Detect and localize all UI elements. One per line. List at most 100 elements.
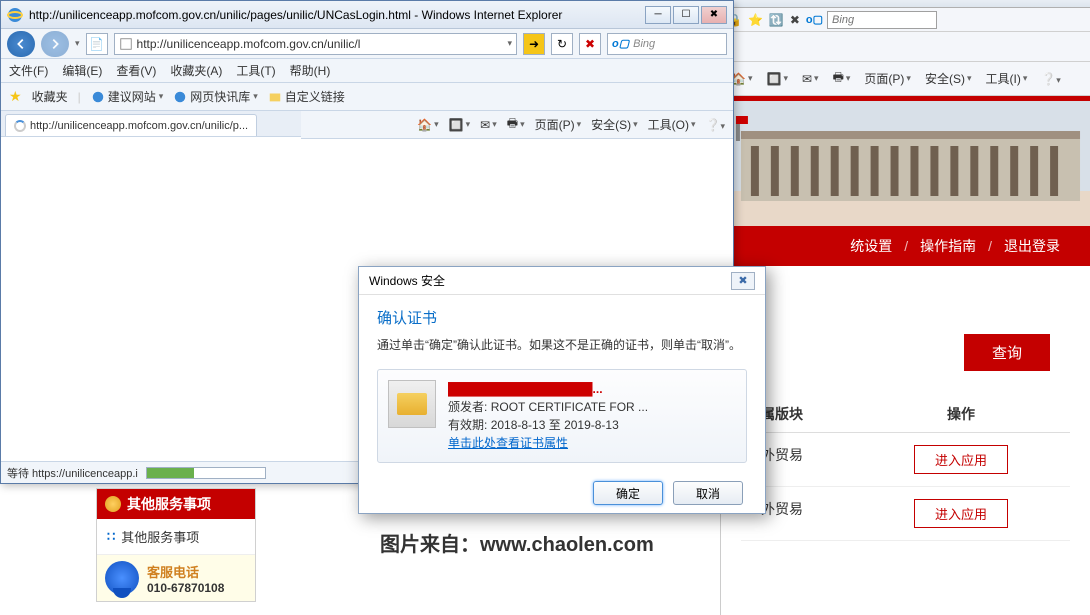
view-cert-link[interactable]: 单击此处查看证书属性 [448,434,648,452]
go-button[interactable]: ➜ [523,33,545,55]
banner-building-image [721,101,1090,226]
back-safety-menu[interactable]: 安全(S) ▾ [925,70,972,87]
ie-icon [173,90,187,104]
forward-button[interactable] [41,31,69,57]
grid-icon: ∷ [107,529,115,545]
menu-file[interactable]: 文件(F) [9,62,48,79]
ie-tab-bar: http://unilicenceapp.mofcom.gov.cn/unili… [1,111,301,137]
favorites-label[interactable]: 收藏夹 [32,88,68,105]
help-icon[interactable]: ❔▾ [706,118,725,132]
outlook-icon: o▢ [806,13,823,26]
dialog-description: 通过单击“确定”确认此证书。如果这不是正确的证书，则单击“取消”。 [377,336,747,355]
window-title: http://unilicenceapp.mofcom.gov.cn/unili… [29,8,645,22]
back-button[interactable] [7,31,35,57]
ie-titlebar[interactable]: http://unilicenceapp.mofcom.gov.cn/unili… [1,1,733,29]
tab-title: http://unilicenceapp.mofcom.gov.cn/unili… [30,120,248,132]
nav-settings[interactable]: 统设置 [850,236,892,256]
ie-favorites-bar: ★ 收藏夹 | 建议网站 ▾ 网页快讯库 ▾ 自定义链接 [1,83,733,111]
certificate-icon [388,380,436,428]
mail-icon[interactable]: ✉▾ [480,118,497,132]
nav-history-dropdown[interactable]: ▾ [75,38,80,49]
back-main-area: 查询 属版块 操作 外贸易 进入应用 外贸易 进入应用 [721,266,1090,561]
status-text: 等待 https://unilicenceapp.i [7,465,138,481]
cancel-button[interactable]: 取消 [673,481,743,505]
enter-app-button[interactable]: 进入应用 [914,445,1008,474]
outlook-icon: o▢ [612,37,629,50]
menu-help[interactable]: 帮助(H) [290,62,331,79]
table-row: 外贸易 进入应用 [741,487,1070,541]
home-icon[interactable]: 🏠▾ [731,72,752,86]
sidebar-item[interactable]: ∷ 其他服务事项 [97,519,255,554]
ie-command-bar: 🏠▾ 🔲▾ ✉▾ 🖶▾ 页面(P) ▾ 安全(S) ▾ 工具(O) ▾ ❔▾ [301,111,733,139]
safety-menu[interactable]: 安全(S) ▾ [591,116,638,133]
background-browser-window: 🔒 ⭐ 🔃 ✖ o▢ 🏠▾ 🔲▾ ✉▾ 🖶▾ 页面(P) ▾ 安全(S) ▾ 工… [720,0,1090,615]
compat-view-icon[interactable]: 📄 [86,33,108,55]
nav-sep: / [988,238,992,254]
progress-bar [146,467,266,479]
back-spacer [721,32,1090,62]
nav-sep: / [904,238,908,254]
validity-value: 2018-8-13 至 2019-8-13 [491,418,619,432]
browser-tab[interactable]: http://unilicenceapp.mofcom.gov.cn/unili… [5,114,257,136]
address-bar[interactable]: http://unilicenceapp.mofcom.gov.cn/unili… [114,33,517,55]
cert-name-redacted: █████████████████... [448,380,648,398]
phone-icon [105,561,139,595]
favorites-star-icon[interactable]: ★ [9,88,22,105]
search-placeholder: Bing [633,38,655,50]
web-slices[interactable]: 网页快讯库 ▾ [173,88,258,105]
validity-label: 有效期: [448,418,487,432]
menu-favorites[interactable]: 收藏夹(A) [170,62,222,79]
enter-app-button[interactable]: 进入应用 [914,499,1008,528]
sidebar-item-label: 其他服务事项 [121,527,199,546]
print-icon[interactable]: 🖶▾ [833,68,851,89]
tools-menu[interactable]: 工具(O) ▾ [648,116,696,133]
close-button[interactable]: ✖ [701,6,727,24]
home-icon[interactable]: 🏠▾ [417,118,438,132]
nav-logout[interactable]: 退出登录 [1004,236,1060,256]
dialog-close-button[interactable]: ✖ [731,272,755,290]
ie-icon [91,90,105,104]
page-menu[interactable]: 页面(P) ▾ [535,116,582,133]
back-command-bar: 🏠▾ 🔲▾ ✉▾ 🖶▾ 页面(P) ▾ 安全(S) ▾ 工具(I) ▾ ❔▾ [721,62,1090,96]
dialog-titlebar[interactable]: Windows 安全 ✖ [359,267,765,295]
nav-guide[interactable]: 操作指南 [920,236,976,256]
feed-icon[interactable]: 🔲▾ [449,118,470,132]
ok-button[interactable]: 确定 [593,481,663,505]
back-tools-menu[interactable]: 工具(I) ▾ [985,70,1027,87]
address-text: http://unilicenceapp.mofcom.gov.cn/unili… [137,37,361,51]
back-toolbar: 🔒 ⭐ 🔃 ✖ o▢ [721,8,1090,32]
stop-button[interactable]: ✖ [579,33,601,55]
phone-box: 客服电话 010-67870108 [97,554,255,601]
watermark-text: 图片来自：www.chaolen.com [380,528,654,557]
table-row: 外贸易 进入应用 [741,433,1070,487]
back-search-input[interactable] [827,11,937,29]
ie-menu-bar: 文件(F) 编辑(E) 查看(V) 收藏夹(A) 工具(T) 帮助(H) [1,59,733,83]
menu-view[interactable]: 查看(V) [116,62,156,79]
table-header: 属版块 操作 [741,396,1070,433]
minimize-button[interactable]: ─ [645,6,671,24]
mail-icon[interactable]: ✉▾ [802,72,819,86]
refresh-icon[interactable]: 🔃 [769,13,784,27]
help-icon[interactable]: ❔▾ [1041,72,1060,86]
menu-edit[interactable]: 编辑(E) [62,62,102,79]
sidebar-header: 其他服务事项 [97,489,255,519]
refresh-button[interactable]: ↻ [551,33,573,55]
print-icon[interactable]: 🖶▾ [507,114,525,135]
progress-fill [147,468,194,478]
menu-tools[interactable]: 工具(T) [236,62,275,79]
stop-icon[interactable]: ✖ [790,13,800,27]
certificate-box[interactable]: █████████████████... 颁发者: ROOT CERTIFICA… [377,369,747,463]
suggested-sites[interactable]: 建议网站 ▾ [91,88,164,105]
back-page-menu[interactable]: 页面(P) ▾ [864,70,911,87]
back-search-box[interactable]: o▢ [806,11,937,29]
sidebar-title: 其他服务事项 [127,494,211,514]
query-button[interactable]: 查询 [964,334,1050,371]
address-dropdown-icon[interactable]: ▾ [507,38,512,49]
feed-icon[interactable]: 🔲▾ [766,72,787,86]
result-table: 属版块 操作 外贸易 进入应用 外贸易 进入应用 [741,396,1070,541]
maximize-button[interactable]: ☐ [673,6,699,24]
red-navbar: 统设置 / 操作指南 / 退出登录 [721,226,1090,266]
custom-links[interactable]: 自定义链接 [268,88,345,105]
search-box[interactable]: o▢ Bing [607,33,727,55]
th-action: 操作 [861,404,1061,424]
